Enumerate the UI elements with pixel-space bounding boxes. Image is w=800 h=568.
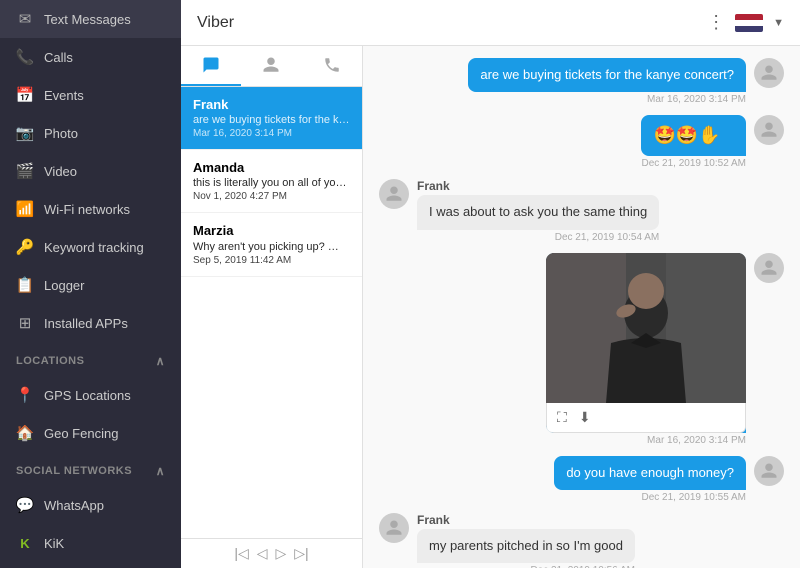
pagination-first[interactable]: |◁ bbox=[234, 545, 248, 562]
conversation-items: Frank are we buying tickets for the kany… bbox=[181, 87, 362, 538]
logger-icon: 📋 bbox=[16, 276, 34, 294]
bubble-wrap-3: Frank I was about to ask you the same th… bbox=[417, 179, 659, 242]
chat-image-svg bbox=[546, 253, 746, 403]
sidebar-item-whatsapp[interactable]: 💬 WhatsApp bbox=[0, 486, 181, 524]
topbar-actions: ⋮ ▼ bbox=[707, 12, 784, 33]
sidebar-item-telegram[interactable]: ✈ Telegram bbox=[0, 562, 181, 568]
avatar-outgoing-1 bbox=[754, 58, 784, 88]
message-icon: ✉ bbox=[16, 10, 34, 28]
avatar-incoming-2 bbox=[379, 513, 409, 543]
bubble-wrap-1: are we buying tickets for the kanye conc… bbox=[468, 58, 746, 105]
download-icon[interactable]: ⬇ bbox=[579, 409, 591, 426]
content-area: Frank are we buying tickets for the kany… bbox=[181, 46, 800, 568]
conv-item-marzia[interactable]: Marzia Why aren't you picking up? 😂😂😂 Se… bbox=[181, 213, 362, 277]
whatsapp-icon: 💬 bbox=[16, 496, 34, 514]
calendar-icon: 📅 bbox=[16, 86, 34, 104]
wifi-icon: 📶 bbox=[16, 200, 34, 218]
bubble-wrap-4: ⛶ ⬇ Mar 16, 2020 3:14 PM bbox=[546, 253, 746, 446]
sidebar-item-kik[interactable]: K KiK bbox=[0, 524, 181, 562]
sidebar-item-keyword-tracking[interactable]: 🔑 Keyword tracking bbox=[0, 228, 181, 266]
avatar-outgoing-3 bbox=[754, 253, 784, 283]
message-bubble-6: my parents pitched in so I'm good bbox=[417, 529, 635, 563]
bubble-wrap-5: do you have enough money? Dec 21, 2019 1… bbox=[554, 456, 746, 503]
sidebar-item-wifi[interactable]: 📶 Wi-Fi networks bbox=[0, 190, 181, 228]
sidebar-item-logger[interactable]: 📋 Logger bbox=[0, 266, 181, 304]
bubble-wrap-2: 🤩🤩✋ Dec 21, 2019 10:52 AM bbox=[641, 115, 746, 169]
phone-icon: 📞 bbox=[16, 48, 34, 66]
sidebar-item-geo-fencing[interactable]: 🏠 Geo Fencing bbox=[0, 414, 181, 452]
flag-icon[interactable] bbox=[735, 14, 763, 32]
pin-icon: 📍 bbox=[16, 386, 34, 404]
image-bubble: ⛶ ⬇ bbox=[546, 253, 746, 433]
sidebar-item-gps-locations[interactable]: 📍 GPS Locations bbox=[0, 376, 181, 414]
image-controls: ⛶ ⬇ bbox=[546, 403, 746, 433]
message-row-4: ⛶ ⬇ Mar 16, 2020 3:14 PM bbox=[379, 253, 784, 446]
tab-calls[interactable] bbox=[302, 46, 362, 86]
apps-icon: ⊞ bbox=[16, 314, 34, 332]
social-networks-chevron: ∧ bbox=[156, 464, 165, 478]
sidebar-item-text-messages[interactable]: ✉ Text Messages bbox=[0, 0, 181, 38]
message-row-6: Frank my parents pitched in so I'm good … bbox=[379, 513, 784, 568]
flag-dropdown-arrow[interactable]: ▼ bbox=[773, 17, 784, 29]
sidebar-item-photo[interactable]: 📷 Photo bbox=[0, 114, 181, 152]
kik-icon: K bbox=[16, 534, 34, 552]
page-title: Viber bbox=[197, 14, 234, 32]
pagination-last[interactable]: ▷| bbox=[294, 545, 308, 562]
message-bubble-5: do you have enough money? bbox=[554, 456, 746, 490]
message-bubble-2: 🤩🤩✋ bbox=[641, 115, 746, 156]
message-row-3: Frank I was about to ask you the same th… bbox=[379, 179, 784, 242]
sidebar-item-installed-apps[interactable]: ⊞ Installed APPs bbox=[0, 304, 181, 342]
locations-chevron: ∧ bbox=[156, 354, 165, 368]
fence-icon: 🏠 bbox=[16, 424, 34, 442]
pagination: |◁ ◁ ▷ ▷| bbox=[181, 538, 362, 568]
locations-section-header[interactable]: LOCATIONS ∧ bbox=[0, 346, 181, 376]
sidebar-item-events[interactable]: 📅 Events bbox=[0, 76, 181, 114]
message-row-1: are we buying tickets for the kanye conc… bbox=[379, 58, 784, 105]
pagination-prev[interactable]: ◁ bbox=[257, 545, 268, 562]
message-bubble-3: I was about to ask you the same thing bbox=[417, 195, 659, 229]
chat-area: are we buying tickets for the kanye conc… bbox=[363, 46, 800, 568]
sidebar-item-video[interactable]: 🎬 Video bbox=[0, 152, 181, 190]
conv-tabs bbox=[181, 46, 362, 87]
main-panel: Viber ⋮ ▼ Frank bbox=[181, 0, 800, 568]
tab-contacts[interactable] bbox=[241, 46, 301, 86]
camera-icon: 📷 bbox=[16, 124, 34, 142]
video-icon: 🎬 bbox=[16, 162, 34, 180]
social-networks-section-header[interactable]: SOCIAL NETWORKS ∧ bbox=[0, 456, 181, 486]
message-bubble-1: are we buying tickets for the kanye conc… bbox=[468, 58, 746, 92]
conversation-list: Frank are we buying tickets for the kany… bbox=[181, 46, 363, 568]
bubble-wrap-6: Frank my parents pitched in so I'm good … bbox=[417, 513, 635, 568]
key-icon: 🔑 bbox=[16, 238, 34, 256]
sidebar-item-calls[interactable]: 📞 Calls bbox=[0, 38, 181, 76]
more-options-icon[interactable]: ⋮ bbox=[707, 12, 725, 33]
message-row-2: 🤩🤩✋ Dec 21, 2019 10:52 AM bbox=[379, 115, 784, 169]
topbar: Viber ⋮ ▼ bbox=[181, 0, 800, 46]
image-preview bbox=[546, 253, 746, 403]
conv-item-frank[interactable]: Frank are we buying tickets for the kany… bbox=[181, 87, 362, 150]
pagination-next[interactable]: ▷ bbox=[276, 545, 287, 562]
fullscreen-icon[interactable]: ⛶ bbox=[557, 409, 567, 426]
avatar-outgoing-2 bbox=[754, 115, 784, 145]
tab-chats[interactable] bbox=[181, 46, 241, 86]
avatar-outgoing-4 bbox=[754, 456, 784, 486]
conv-item-amanda[interactable]: Amanda this is literally you on all of y… bbox=[181, 150, 362, 213]
message-row-5: do you have enough money? Dec 21, 2019 1… bbox=[379, 456, 784, 503]
sidebar: ✉ Text Messages 📞 Calls 📅 Events 📷 Photo… bbox=[0, 0, 181, 568]
avatar-incoming-1 bbox=[379, 179, 409, 209]
